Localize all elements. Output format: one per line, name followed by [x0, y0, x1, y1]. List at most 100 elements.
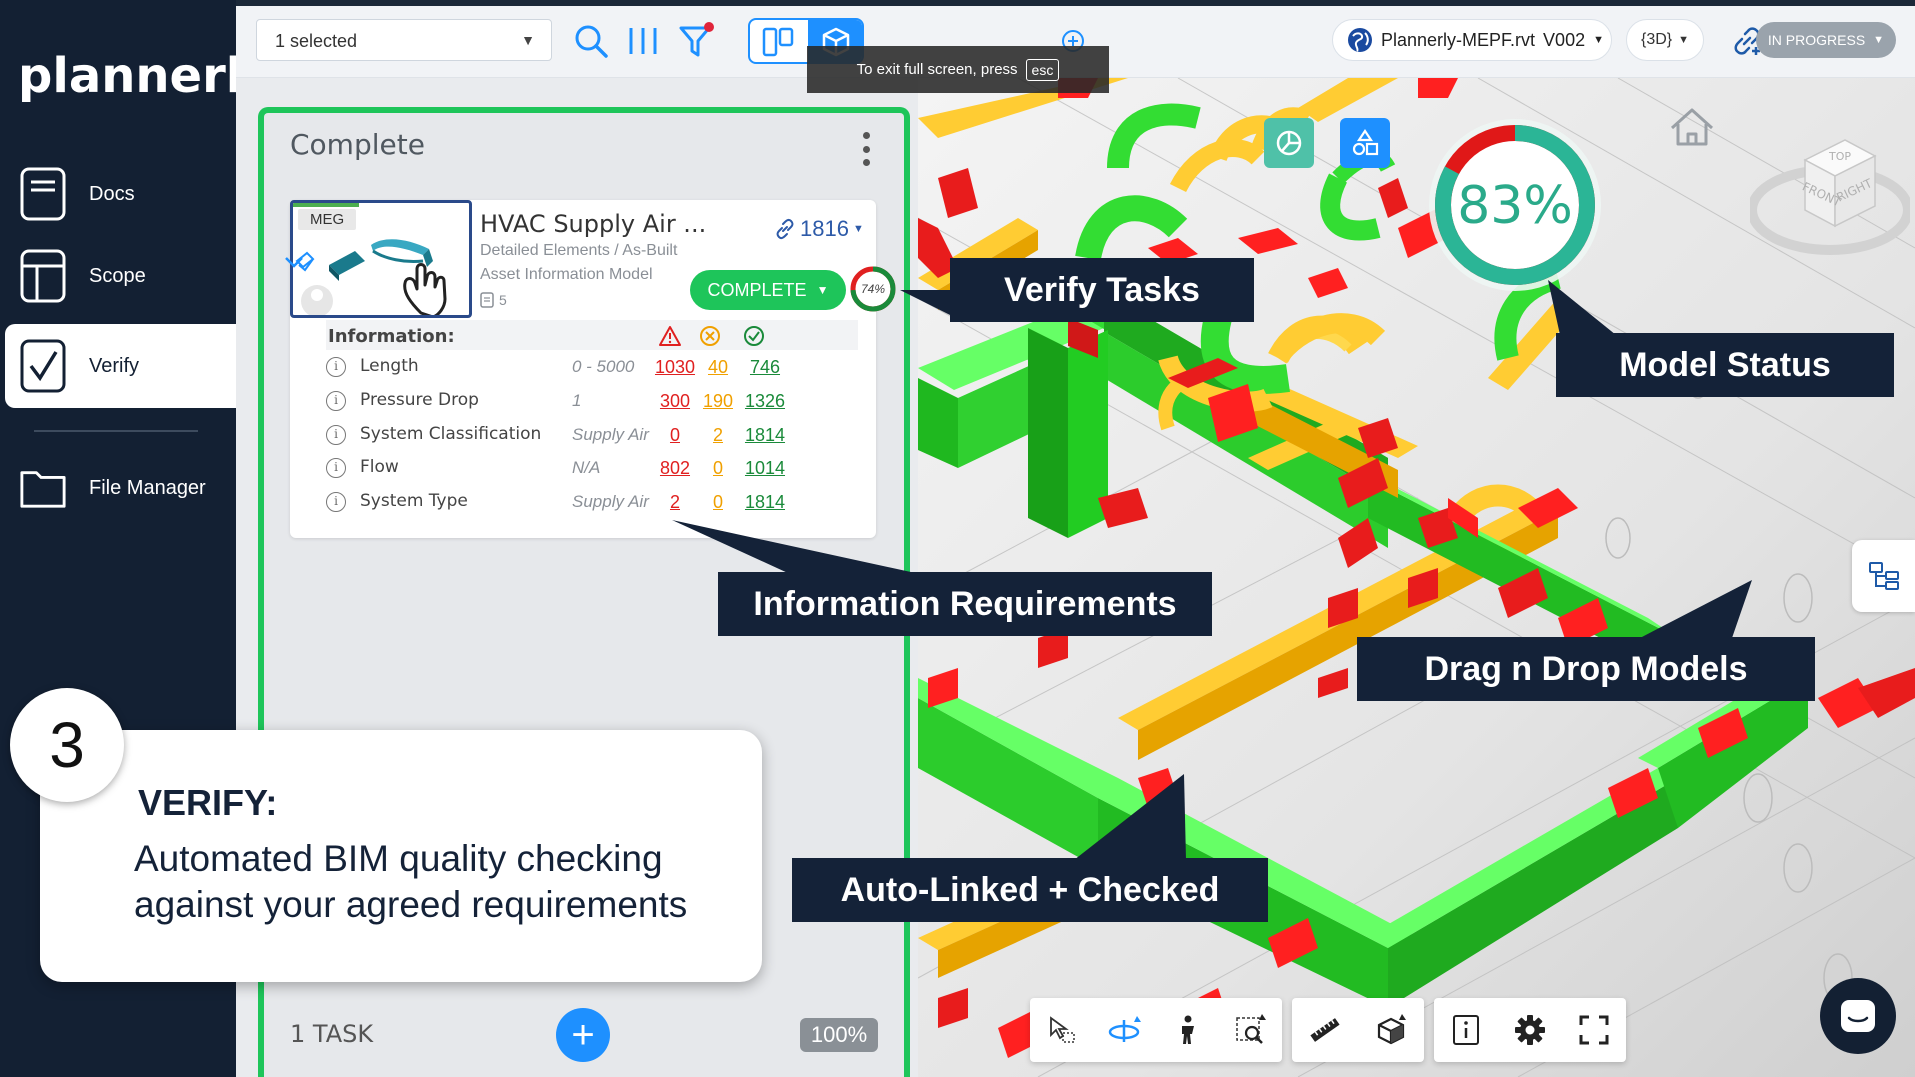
analytics-tool-button[interactable] — [1264, 118, 1314, 168]
info-range: 1 — [572, 391, 582, 410]
columns-button[interactable] — [622, 20, 664, 62]
warning-count-link[interactable]: 0 — [698, 458, 738, 479]
info-label: Flow — [360, 457, 399, 477]
filter-icon — [679, 22, 714, 57]
sidebar-item-label: Verify — [89, 354, 140, 377]
ruler-icon — [1310, 1018, 1340, 1042]
filter-button[interactable] — [676, 20, 718, 62]
task-thumbnail[interactable]: MEG — [290, 200, 472, 318]
task-card[interactable]: MEG HVAC Supply Air ... Detailed Element… — [285, 200, 896, 538]
pie-chart-icon — [1276, 130, 1302, 156]
callout-verify-tasks: Verify Tasks — [950, 258, 1254, 322]
info-icon[interactable]: i — [326, 492, 346, 512]
info-label: Length — [360, 356, 419, 376]
task-score-label: 74% — [861, 282, 885, 296]
model-name: Plannerly-MEPF.rvt — [1381, 29, 1536, 50]
warning-x-icon — [700, 326, 720, 346]
add-task-button[interactable]: + — [556, 1008, 610, 1062]
ok-count-link[interactable]: 1814 — [740, 425, 790, 446]
esc-key: esc — [1025, 58, 1060, 81]
fullscreen-button[interactable] — [1573, 1009, 1615, 1051]
sidebar-item-label: Scope — [89, 264, 146, 287]
error-triangle-icon — [659, 326, 681, 346]
chat-button[interactable] — [1820, 978, 1896, 1054]
link-count-value: 1816 — [800, 216, 849, 241]
measure-tool-button[interactable] — [1304, 1009, 1346, 1051]
sidebar-item-verify[interactable]: Verify — [5, 324, 236, 408]
viewcube-top-label: TOP — [1828, 150, 1851, 163]
zoom-window-button[interactable] — [1230, 1009, 1272, 1051]
error-count-link[interactable]: 0 — [650, 425, 700, 446]
shapes-icon — [1352, 129, 1379, 156]
caret-down-icon: ▼ — [521, 32, 535, 48]
ok-count-link[interactable]: 1326 — [740, 391, 790, 412]
column-progress-badge: 100% — [800, 1018, 878, 1052]
selection-dropdown[interactable]: 1 selected ▼ — [256, 19, 552, 61]
view-mode-selector[interactable]: {3D} ▼ — [1626, 19, 1704, 61]
dot — [862, 132, 870, 139]
model-selector[interactable]: Plannerly-MEPF.rvt V002 ▼ — [1332, 19, 1612, 61]
ok-count-link[interactable]: 746 — [740, 357, 790, 378]
error-count-link[interactable]: 300 — [650, 391, 700, 412]
search-button[interactable] — [570, 20, 612, 62]
home-icon[interactable] — [1668, 106, 1716, 148]
person-walk-icon — [1181, 1015, 1194, 1044]
sidebar-item-docs[interactable]: Docs — [5, 152, 236, 236]
navigation-toolbar — [1030, 998, 1282, 1062]
sidebar-item-file-manager[interactable]: File Manager — [5, 446, 236, 530]
info-document-icon — [1453, 1015, 1479, 1045]
sidebar-item-scope[interactable]: Scope — [5, 234, 236, 318]
info-icon[interactable]: i — [326, 458, 346, 478]
caret-down-icon: ▼ — [1678, 34, 1690, 46]
info-range: N/A — [572, 458, 601, 477]
walk-tool-button[interactable] — [1167, 1009, 1209, 1051]
info-icon[interactable]: i — [326, 357, 346, 377]
orbit-tool-button[interactable] — [1104, 1009, 1146, 1051]
info-row-flow: i Flow N/A 802 0 1014 — [326, 453, 856, 483]
shapes-tool-button[interactable] — [1340, 118, 1390, 168]
warning-count-link[interactable]: 0 — [698, 492, 738, 513]
task-score-donut: 74% — [850, 266, 896, 312]
column-menu-button[interactable] — [860, 132, 872, 166]
info-icon[interactable]: i — [326, 425, 346, 445]
globe-icon — [1348, 28, 1372, 52]
panels-icon — [762, 27, 794, 57]
task-subtitle: Detailed Elements / As-Built — [480, 242, 678, 259]
info-icon[interactable]: i — [326, 391, 346, 411]
info-range: Supply Air — [572, 492, 649, 511]
section-tool-button[interactable] — [1370, 1009, 1412, 1051]
linked-elements-button[interactable]: 1816 ▼ — [774, 216, 864, 242]
step-description-line1: Automated BIM quality checking — [134, 838, 663, 879]
task-title[interactable]: HVAC Supply Air ... — [480, 210, 706, 238]
error-count-link[interactable]: 802 — [650, 458, 700, 479]
ok-count-link[interactable]: 1814 — [740, 492, 790, 513]
expand-chevron-icon[interactable] — [282, 250, 306, 274]
column-title: Complete — [290, 128, 425, 161]
ok-count-link[interactable]: 1014 — [740, 458, 790, 479]
selection-value: 1 selected — [275, 31, 358, 51]
properties-button[interactable] — [1445, 1009, 1487, 1051]
settings-button[interactable] — [1509, 1009, 1551, 1051]
status-dropdown[interactable]: IN PROGRESS ▼ — [1756, 22, 1896, 58]
info-title: Information: — [328, 326, 455, 347]
dot — [862, 159, 870, 166]
caret-down-icon: ▼ — [816, 283, 829, 297]
select-tool-button[interactable] — [1041, 1009, 1083, 1051]
orbit-icon — [1108, 1016, 1141, 1042]
task-status-button[interactable]: COMPLETE ▼ — [690, 270, 846, 310]
checkbox-icon — [19, 338, 67, 394]
viewcube[interactable]: TOP FRONT RIGHT — [1750, 130, 1910, 260]
error-count-link[interactable]: 1030 — [650, 357, 700, 378]
task-model-stage: Asset Information Model — [480, 266, 653, 283]
warning-count-link[interactable]: 190 — [698, 391, 738, 412]
split-view-button[interactable] — [750, 20, 806, 62]
warning-count-link[interactable]: 2 — [698, 425, 738, 446]
document-icon — [19, 166, 67, 222]
warning-count-link[interactable]: 40 — [698, 357, 738, 378]
sidebar-item-label: File Manager — [89, 476, 206, 499]
error-count-link[interactable]: 2 — [650, 492, 700, 513]
step-title: VERIFY: — [138, 782, 278, 823]
callout-drag-drop-models: Drag n Drop Models — [1357, 637, 1815, 701]
section-box-icon — [1377, 1014, 1406, 1045]
model-tree-button[interactable] — [1852, 540, 1915, 612]
